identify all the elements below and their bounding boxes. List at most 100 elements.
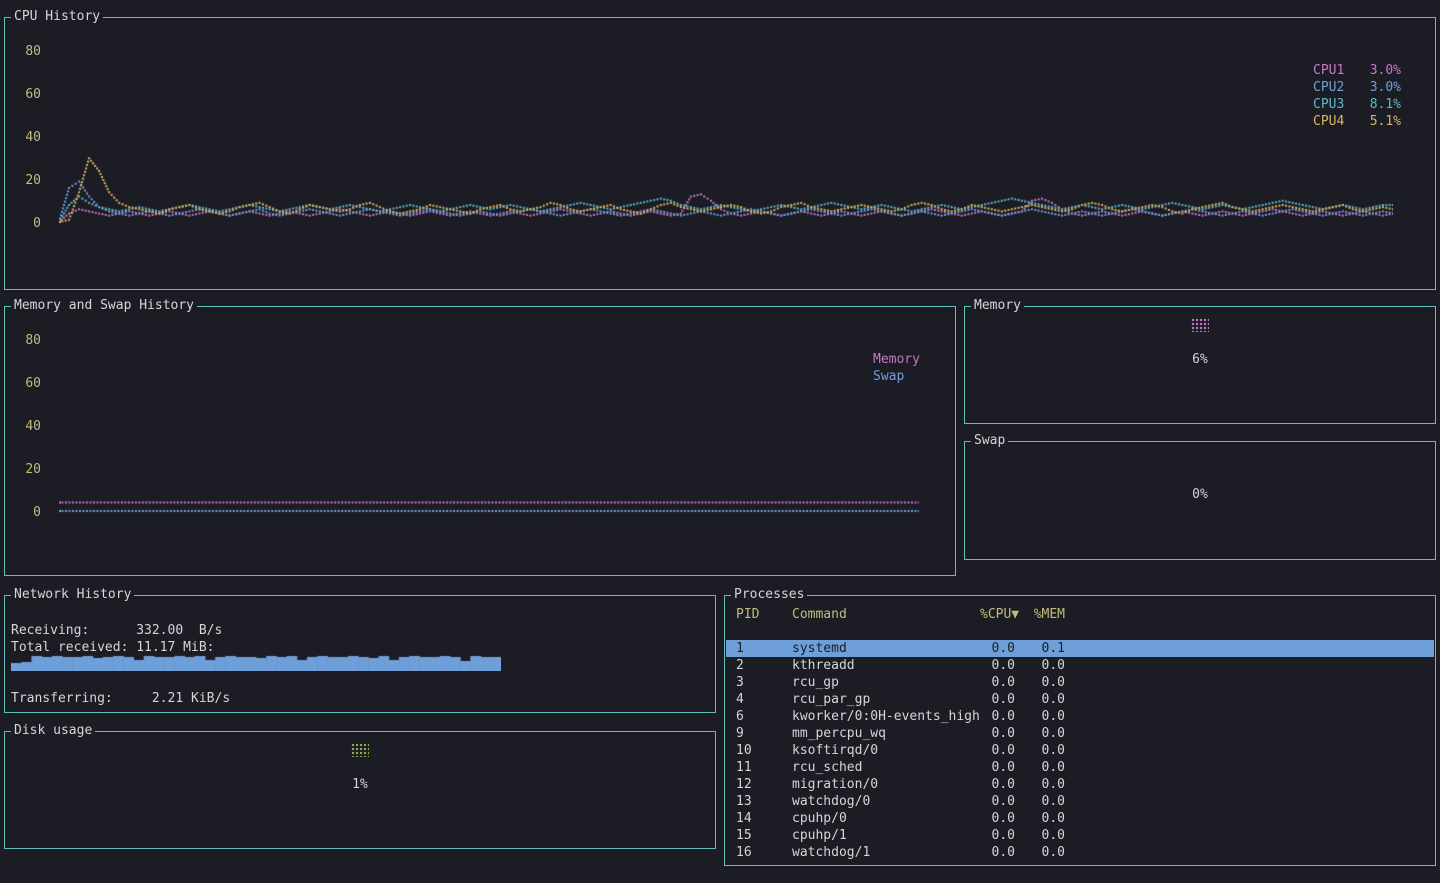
cpu-history-title: CPU History xyxy=(11,9,103,24)
process-pid: 13 xyxy=(736,793,792,810)
process-mem: 0.0 xyxy=(1015,793,1065,810)
legend-label: CPU4 xyxy=(1313,113,1344,130)
process-cpu: 0.0 xyxy=(980,725,1015,742)
y-axis-label: 80 xyxy=(25,44,41,59)
legend-item: CPU13.0% xyxy=(1313,62,1401,79)
process-cpu: 0.0 xyxy=(980,827,1015,844)
memory-gauge-panel: Memory 6% xyxy=(964,306,1436,424)
process-row[interactable]: 1systemd0.00.1 xyxy=(726,640,1434,657)
process-pid: 3 xyxy=(736,674,792,691)
network-sparkline xyxy=(11,655,501,671)
legend-label: Memory xyxy=(873,351,920,368)
process-row[interactable]: 10ksoftirqd/00.00.0 xyxy=(726,742,1434,759)
process-row[interactable]: 3rcu_gp0.00.0 xyxy=(726,674,1434,691)
cpu-history-panel: CPU History 806040200 CPU13.0%CPU23.0%CP… xyxy=(4,17,1436,290)
memory-swap-legend: MemorySwap xyxy=(873,351,933,385)
process-command: migration/0 xyxy=(792,776,980,793)
process-mem: 0.0 xyxy=(1015,742,1065,759)
process-command: rcu_par_gp xyxy=(792,691,980,708)
process-pid: 16 xyxy=(736,844,792,861)
process-row[interactable]: 15cpuhp/10.00.0 xyxy=(726,827,1434,844)
y-axis-label: 40 xyxy=(25,419,41,434)
process-table-header: PIDCommand%CPU▼%MEM xyxy=(726,606,1434,623)
process-mem: 0.0 xyxy=(1015,708,1065,725)
legend-item: CPU4 5.1% xyxy=(1313,113,1401,130)
transferring-rate: Transferring: 2.21 KiB/s xyxy=(11,690,230,707)
process-pid: 14 xyxy=(736,810,792,827)
legend-value: 3.0% xyxy=(1370,79,1401,96)
process-pid: 6 xyxy=(736,708,792,725)
terminal-system-monitor: { "colors": { "background": "#1c1c25", "… xyxy=(0,0,1440,883)
process-pid: 9 xyxy=(736,725,792,742)
y-axis-label: 0 xyxy=(33,505,41,520)
process-row[interactable]: 9mm_percpu_wq0.00.0 xyxy=(726,725,1434,742)
process-row[interactable]: 6kworker/0:0H-events_high0.00.0 xyxy=(726,708,1434,725)
process-cpu: 0.0 xyxy=(980,657,1015,674)
network-history-panel: Network History Receiving: 332.00 B/s To… xyxy=(4,595,716,713)
process-cpu: 0.0 xyxy=(980,776,1015,793)
swap-gauge-panel: Swap 0% xyxy=(964,441,1436,560)
disk-usage-title: Disk usage xyxy=(11,723,95,738)
process-row[interactable]: 16watchdog/10.00.0 xyxy=(726,844,1434,861)
legend-value: 5.1% xyxy=(1370,113,1401,130)
process-command: mm_percpu_wq xyxy=(792,725,980,742)
process-pid: 11 xyxy=(736,759,792,776)
column-header-cpu[interactable]: %CPU▼ xyxy=(980,606,1015,623)
y-axis-label: 0 xyxy=(33,216,41,231)
total-received: Total received: 11.17 MiB: xyxy=(11,640,215,655)
process-mem: 0.0 xyxy=(1015,674,1065,691)
process-row[interactable]: 14cpuhp/00.00.0 xyxy=(726,810,1434,827)
memory-y-axis: 806040200 xyxy=(13,333,41,520)
process-row[interactable]: 2kthreadd0.00.0 xyxy=(726,657,1434,674)
process-command: cpuhp/0 xyxy=(792,810,980,827)
process-row[interactable]: 12migration/00.00.0 xyxy=(726,776,1434,793)
memory-gauge-icon xyxy=(1191,318,1209,332)
process-pid: 1 xyxy=(736,640,792,657)
process-mem: 0.0 xyxy=(1015,810,1065,827)
process-command: watchdog/1 xyxy=(792,844,980,861)
legend-value: 3.0% xyxy=(1370,62,1401,79)
process-row[interactable]: 13watchdog/00.00.0 xyxy=(726,793,1434,810)
y-axis-label: 60 xyxy=(25,87,41,102)
processes-panel: Processes PIDCommand%CPU▼%MEM 1systemd0.… xyxy=(724,595,1436,866)
process-cpu: 0.0 xyxy=(980,708,1015,725)
process-cpu: 0.0 xyxy=(980,759,1015,776)
process-command: rcu_gp xyxy=(792,674,980,691)
column-header-mem[interactable]: %MEM xyxy=(1015,606,1065,623)
process-cpu: 0.0 xyxy=(980,810,1015,827)
process-row[interactable]: 11rcu_sched0.00.0 xyxy=(726,759,1434,776)
swap-gauge-title: Swap xyxy=(971,433,1008,448)
process-table: 1systemd0.00.12kthreadd0.00.03rcu_gp0.00… xyxy=(726,640,1434,861)
y-axis-label: 20 xyxy=(25,462,41,477)
process-command: rcu_sched xyxy=(792,759,980,776)
memory-swap-history-chart xyxy=(59,337,919,515)
process-pid: 12 xyxy=(736,776,792,793)
process-command: watchdog/0 xyxy=(792,793,980,810)
swap-gauge-value: 0% xyxy=(965,486,1435,503)
cpu-legend: CPU13.0%CPU23.0%CPU38.1%CPU45.1% xyxy=(1313,62,1401,130)
disk-usage-icon xyxy=(351,743,369,757)
disk-usage-value: 1% xyxy=(5,776,715,793)
process-cpu: 0.0 xyxy=(980,640,1015,657)
process-mem: 0.1 xyxy=(1015,640,1065,657)
process-cpu: 0.0 xyxy=(980,691,1015,708)
cpu-history-chart xyxy=(59,48,1393,226)
memory-swap-history-panel: Memory and Swap History 806040200 Memory… xyxy=(4,306,956,576)
process-row[interactable]: 4rcu_par_gp0.00.0 xyxy=(726,691,1434,708)
process-cpu: 0.0 xyxy=(980,674,1015,691)
network-history-title: Network History xyxy=(11,587,134,602)
process-cpu: 0.0 xyxy=(980,793,1015,810)
column-header-pid[interactable]: PID xyxy=(736,606,792,623)
memory-gauge-value: 6% xyxy=(965,351,1435,368)
legend-item: CPU23.0% xyxy=(1313,79,1401,96)
process-command: cpuhp/1 xyxy=(792,827,980,844)
process-pid: 10 xyxy=(736,742,792,759)
disk-usage-panel: Disk usage 1% xyxy=(4,731,716,849)
process-command: kthreadd xyxy=(792,657,980,674)
network-receive-stats: Receiving: 332.00 B/s Total received: 11… xyxy=(11,622,222,656)
process-mem: 0.0 xyxy=(1015,691,1065,708)
y-axis-label: 60 xyxy=(25,376,41,391)
column-header-command[interactable]: Command xyxy=(792,606,980,623)
process-pid: 2 xyxy=(736,657,792,674)
process-command: kworker/0:0H-events_high xyxy=(792,708,980,725)
